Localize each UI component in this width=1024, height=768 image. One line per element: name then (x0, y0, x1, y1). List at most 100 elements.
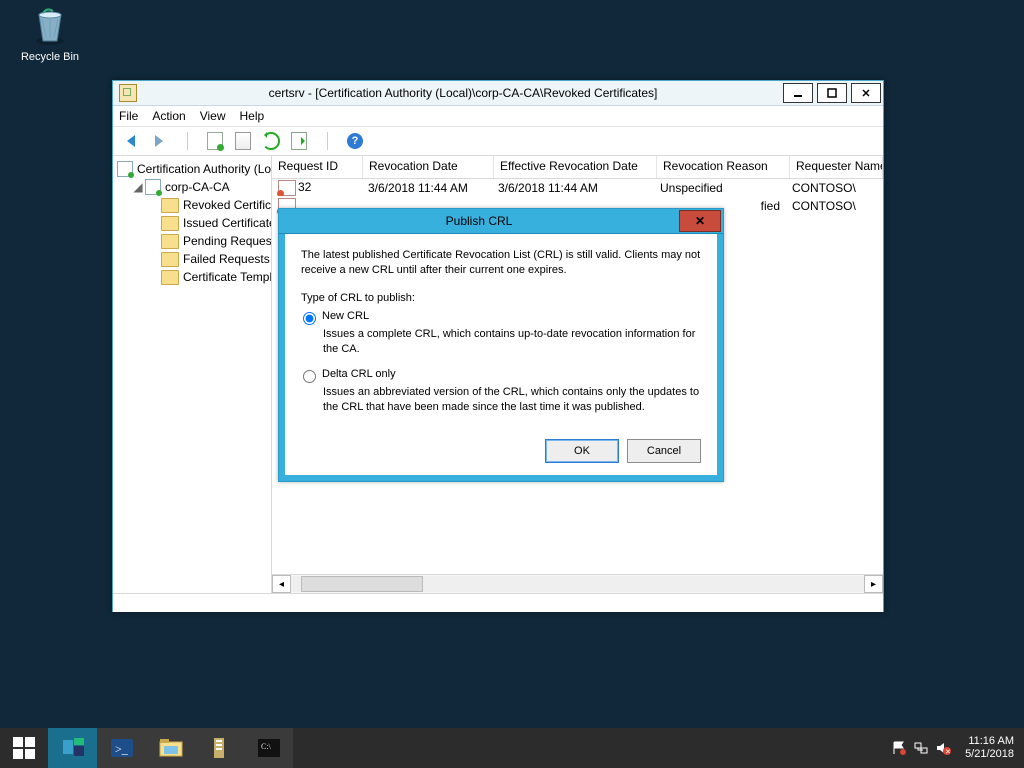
svg-text:✕: ✕ (945, 749, 951, 756)
task-cmd[interactable]: C:\ (244, 728, 293, 768)
tree-failed[interactable]: Failed Requests (113, 250, 271, 268)
menu-action[interactable]: Action (152, 109, 185, 123)
scroll-thumb[interactable] (301, 576, 423, 592)
folder-icon (161, 270, 179, 285)
ca-icon (145, 179, 161, 195)
titlebar[interactable]: certsrv - [Certification Authority (Loca… (113, 81, 883, 106)
col-requester[interactable]: Requester Name (790, 156, 883, 178)
close-button[interactable]: ✕ (851, 83, 881, 103)
dialog-titlebar[interactable]: Publish CRL ✕ (279, 209, 723, 234)
dialog-message: The latest published Certificate Revocat… (301, 248, 701, 278)
folder-icon (161, 216, 179, 231)
cell: CONTOSO\ (786, 181, 878, 195)
server-manager-icon (60, 736, 86, 760)
tree-ca-label: corp-CA-CA (165, 180, 230, 194)
tree-item-label: Certificate Templates (183, 270, 272, 284)
radio-new-crl-desc: Issues a complete CRL, which contains up… (323, 327, 701, 357)
scroll-track[interactable] (291, 576, 864, 592)
column-headers: Request ID Revocation Date Effective Rev… (272, 156, 883, 179)
dialog-close-button[interactable]: ✕ (679, 210, 721, 232)
dialog-title: Publish CRL (279, 214, 679, 228)
svg-text:C:\: C:\ (261, 742, 272, 751)
system-tray: ✕ 11:16 AM 5/21/2018 (891, 728, 1024, 768)
help-button[interactable]: ? (343, 129, 367, 153)
sound-icon[interactable]: ✕ (935, 740, 951, 756)
toolbar-sep2 (315, 129, 339, 153)
export-button[interactable] (287, 129, 311, 153)
toolbar-sep (175, 129, 199, 153)
tree-root[interactable]: Certification Authority (Local) (113, 160, 271, 178)
cell: 3/6/2018 11:44 AM (492, 181, 654, 195)
svg-text:>_: >_ (115, 742, 129, 756)
minimize-button[interactable] (783, 83, 813, 103)
radio-new-crl[interactable]: New CRL (303, 310, 701, 325)
start-button[interactable] (0, 728, 48, 768)
menu-view[interactable]: View (200, 109, 226, 123)
certsrv-icon (207, 736, 233, 760)
date: 5/21/2018 (965, 748, 1014, 761)
time: 11:16 AM (965, 735, 1014, 748)
collapse-icon[interactable]: ◢ (133, 180, 143, 194)
recycle-bin-label: Recycle Bin (15, 51, 85, 63)
tree-templates[interactable]: Certificate Templates (113, 268, 271, 286)
scroll-left-button[interactable]: ◂ (272, 575, 291, 593)
tree-root-label: Certification Authority (Local) (137, 162, 272, 176)
task-certsrv[interactable] (195, 728, 244, 768)
task-powershell[interactable]: >_ (97, 728, 146, 768)
powershell-icon: >_ (109, 736, 135, 760)
clock[interactable]: 11:16 AM 5/21/2018 (957, 735, 1022, 760)
tree-item-label: Issued Certificates (183, 216, 272, 230)
radio-new-crl-label: New CRL (322, 310, 369, 322)
menu-help[interactable]: Help (240, 109, 265, 123)
menubar: File Action View Help (113, 106, 883, 127)
taskbar: >_ C:\ ✕ 11:16 AM 5/21/2018 (0, 728, 1024, 768)
cell: 32 (298, 180, 311, 194)
tree-ca[interactable]: ◢ corp-CA-CA (113, 178, 271, 196)
folder-icon (161, 252, 179, 267)
network-icon[interactable] (913, 740, 929, 756)
task-explorer[interactable] (146, 728, 195, 768)
maximize-button[interactable] (817, 83, 847, 103)
cancel-button[interactable]: Cancel (627, 439, 701, 463)
scroll-right-button[interactable]: ▸ (864, 575, 883, 593)
refresh-button[interactable] (259, 129, 283, 153)
tree-issued[interactable]: Issued Certificates (113, 214, 271, 232)
forward-button[interactable] (147, 129, 171, 153)
col-request-id[interactable]: Request ID (272, 156, 363, 178)
col-reason[interactable]: Revocation Reason (657, 156, 790, 178)
windows-logo-icon (13, 737, 35, 759)
table-row[interactable]: 32 3/6/2018 11:44 AM 3/6/2018 11:44 AM U… (272, 179, 883, 197)
file-explorer-icon (158, 736, 184, 760)
col-revocation-date[interactable]: Revocation Date (363, 156, 494, 178)
radio-new-crl-input[interactable] (303, 312, 316, 325)
tree-item-label: Pending Requests (183, 234, 272, 248)
tree-pending[interactable]: Pending Requests (113, 232, 271, 250)
tree-pane[interactable]: Certification Authority (Local) ◢ corp-CA… (113, 156, 272, 593)
publish-crl-dialog: Publish CRL ✕ The latest published Certi… (278, 208, 724, 482)
ca-root-icon (117, 161, 133, 177)
crl-type-label: Type of CRL to publish: (301, 292, 701, 304)
folder-icon (161, 234, 179, 249)
desktop: Recycle Bin certsrv - [Certification Aut… (0, 0, 1024, 768)
back-button[interactable] (119, 129, 143, 153)
properties-button[interactable] (231, 129, 255, 153)
ok-button[interactable]: OK (545, 439, 619, 463)
menu-file[interactable]: File (119, 109, 138, 123)
col-effective-date[interactable]: Effective Revocation Date (494, 156, 657, 178)
flag-icon[interactable] (891, 740, 907, 756)
task-server-manager[interactable] (48, 728, 97, 768)
radio-delta-crl-input[interactable] (303, 370, 316, 383)
cell: CONTOSO\ (786, 199, 878, 213)
recycle-bin[interactable]: Recycle Bin (15, 5, 85, 63)
up-button[interactable] (203, 129, 227, 153)
horizontal-scrollbar[interactable]: ◂ ▸ (272, 574, 883, 593)
radio-delta-crl[interactable]: Delta CRL only (303, 368, 701, 383)
tree-revoked[interactable]: Revoked Certificates (113, 196, 271, 214)
folder-icon (161, 198, 179, 213)
status-bar (113, 593, 883, 612)
cell: Unspecified (654, 181, 786, 195)
toolbar: ? (113, 127, 883, 156)
recycle-bin-icon (29, 5, 71, 47)
window-title: certsrv - [Certification Authority (Loca… (143, 86, 783, 100)
radio-delta-crl-label: Delta CRL only (322, 368, 396, 380)
